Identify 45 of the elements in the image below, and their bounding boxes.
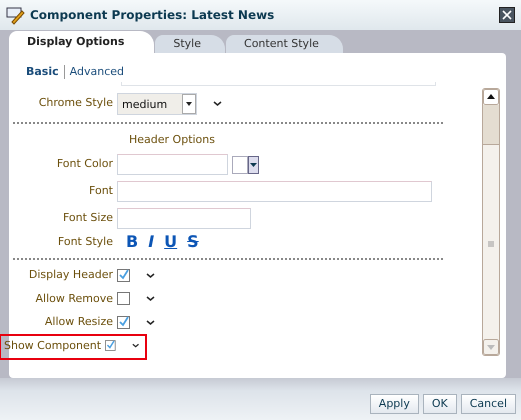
bold-button[interactable]: B (121, 233, 144, 251)
field-label: Font Color (56, 156, 113, 172)
tab[interactable]: Display Options (9, 31, 154, 53)
field-label: Font Style (56, 234, 113, 250)
dialog-button[interactable]: OK (422, 394, 457, 414)
scroll-thumb[interactable] (483, 104, 499, 144)
italic-button[interactable]: I (143, 233, 160, 251)
close-button[interactable] (499, 7, 515, 23)
field-label: Allow Remove (34, 290, 113, 306)
field-label: Display Header (28, 267, 113, 283)
chevron-icon[interactable] (132, 342, 139, 350)
dialog-button[interactable]: Apply (370, 394, 419, 414)
input-field[interactable] (117, 154, 228, 175)
checkbox[interactable] (117, 268, 130, 282)
close-icon (500, 8, 514, 22)
chevron-icon[interactable] (213, 100, 222, 107)
scroll-up-icon[interactable] (483, 88, 499, 104)
dialog-button[interactable]: Cancel (460, 394, 516, 414)
dropdown-icon[interactable] (248, 156, 259, 174)
chevron-icon[interactable] (146, 295, 155, 302)
field-label: Font Size (62, 210, 113, 226)
checkbox[interactable] (117, 316, 130, 329)
strike-button[interactable]: S (182, 233, 204, 251)
subtab-link[interactable]: Advanced (70, 64, 124, 80)
subtab-link[interactable]: Basic (26, 64, 59, 80)
checkbox[interactable] (105, 339, 116, 352)
checkbox[interactable] (117, 292, 130, 306)
field-label: Chrome Style (38, 95, 113, 112)
select-field[interactable]: medium (117, 92, 197, 114)
input-field[interactable] (117, 181, 432, 202)
section-title: Header Options (129, 132, 216, 148)
input-field[interactable] (117, 208, 251, 229)
field-label: Font (88, 183, 113, 200)
field-label: Allow Resize (44, 314, 113, 330)
tab[interactable]: Content Style (226, 35, 343, 53)
chevron-icon[interactable] (146, 272, 155, 279)
field-label: Show Component (4, 338, 102, 354)
underline-button[interactable]: U (159, 233, 182, 251)
pencil-icon (6, 6, 25, 24)
grip-icon (486, 240, 496, 246)
tab[interactable]: Style (155, 35, 226, 53)
chevron-icon[interactable] (146, 318, 155, 326)
color-swatch[interactable] (232, 156, 248, 174)
dropdown-icon[interactable] (182, 94, 196, 114)
dialog-title: Component Properties: Latest News (30, 7, 274, 24)
